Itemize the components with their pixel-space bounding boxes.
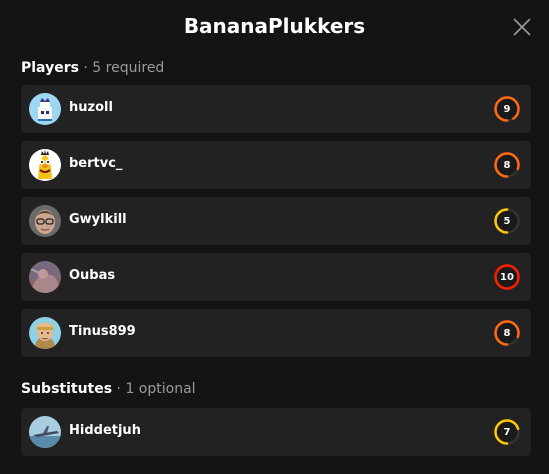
players-section-label: Players · 5 required: [21, 60, 164, 76]
player-name: Hiddetjuh: [69, 423, 141, 438]
skill-level-value: 8: [503, 159, 511, 171]
player-row[interactable]: Oubas 10: [21, 253, 531, 301]
player-name: huzoll: [69, 100, 113, 115]
substitutes-section-label: Substitutes · 1 optional: [21, 381, 196, 397]
substitute-row[interactable]: Hiddetjuh 7: [21, 408, 531, 456]
avatar: [29, 317, 61, 349]
skill-level: 7: [493, 418, 521, 446]
close-icon: [513, 18, 531, 36]
team-title: BananaPlukkers: [183, 14, 366, 38]
skill-level-value: 10: [500, 271, 514, 283]
avatar: [29, 416, 61, 448]
players-list: huzoll 9 bertvc_ 8 Gwylkill 5 Oubas 10 T…: [21, 85, 531, 365]
skill-level: 9: [493, 95, 521, 123]
player-row[interactable]: bertvc_ 8: [21, 141, 531, 189]
player-row[interactable]: Gwylkill 5: [21, 197, 531, 245]
substitutes-optional: 1 optional: [125, 381, 196, 397]
skill-level-value: 7: [503, 426, 511, 438]
skill-level-value: 9: [503, 103, 511, 115]
player-row[interactable]: Tinus899 8: [21, 309, 531, 357]
avatar: [29, 205, 61, 237]
skill-level: 8: [493, 151, 521, 179]
players-label: Players: [21, 60, 79, 76]
close-button[interactable]: [509, 14, 535, 40]
substitutes-list: Hiddetjuh 7: [21, 408, 531, 464]
modal-header: BananaPlukkers: [0, 0, 549, 56]
skill-level: 10: [493, 263, 521, 291]
player-name: Oubas: [69, 268, 116, 283]
player-row[interactable]: huzoll 9: [21, 85, 531, 133]
player-name: Tinus899: [69, 324, 136, 339]
player-name: Gwylkill: [69, 212, 127, 227]
avatar: [29, 149, 61, 181]
avatar: [29, 261, 61, 293]
skill-level: 8: [493, 319, 521, 347]
avatar: [29, 93, 61, 125]
players-required: 5 required: [92, 60, 165, 76]
separator-dot: ·: [83, 60, 93, 76]
player-name: bertvc_: [69, 156, 123, 171]
skill-level-value: 5: [503, 215, 511, 227]
skill-level: 5: [493, 207, 521, 235]
substitutes-label: Substitutes: [21, 381, 113, 397]
skill-level-value: 8: [503, 327, 511, 339]
